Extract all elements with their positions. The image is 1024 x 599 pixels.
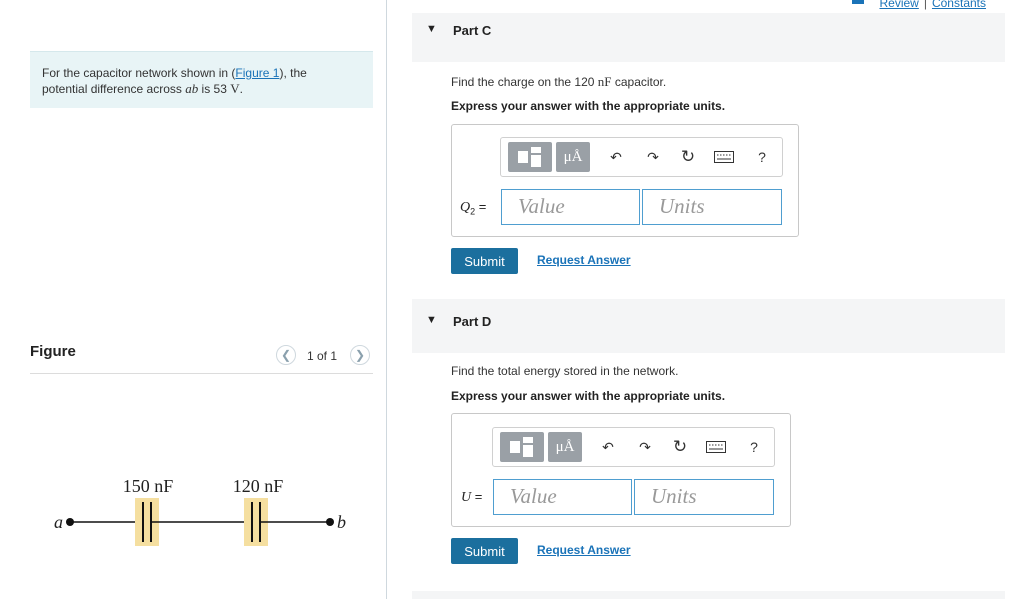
part-d-units-input[interactable]: Units [634, 479, 774, 515]
undo-icon[interactable]: ↶ [604, 142, 628, 172]
top-links: Review | Constants [879, 0, 986, 10]
part-d-request-answer-link[interactable]: Request Answer [537, 543, 631, 557]
redo-icon[interactable]: ↷ [641, 142, 665, 172]
review-icon [852, 0, 864, 4]
problem-text-prefix: For the capacitor network shown in ( [42, 66, 236, 80]
caret-down-icon[interactable]: ▼ [426, 23, 437, 35]
part-c-units-input[interactable]: Units [642, 189, 782, 225]
units-symbol-icon[interactable]: μÅ [556, 142, 590, 172]
part-c-variable-label: Q2 = [460, 199, 486, 217]
part-c-question-unit: nF [597, 74, 612, 89]
part-c-header[interactable] [412, 13, 1005, 62]
voltage-unit: V [230, 81, 240, 96]
ab-symbol: ab [185, 81, 199, 96]
keyboard-icon[interactable] [704, 432, 728, 462]
part-d-math-toolbar: μÅ ↶ ↷ ↻ ? [492, 427, 775, 467]
part-c-math-toolbar: μÅ ↶ ↷ ↻ ? [500, 137, 783, 177]
review-link[interactable]: Review [879, 0, 918, 10]
caret-down-icon[interactable]: ▼ [426, 314, 437, 326]
figure-link[interactable]: Figure 1 [235, 66, 279, 80]
part-c-express-instruction: Express your answer with the appropriate… [451, 99, 726, 113]
part-c-equals: = [478, 199, 487, 214]
part-d-variable-label: U = [461, 489, 482, 506]
undo-icon[interactable]: ↶ [596, 432, 620, 462]
problem-period: . [239, 82, 243, 96]
part-c-question: Find the charge on the 120 nF capacitor. [451, 74, 666, 90]
part-c-value-input[interactable]: Value [501, 189, 640, 225]
part-c-request-answer-link[interactable]: Request Answer [537, 253, 631, 267]
figure-next-button[interactable]: ❯ [350, 345, 370, 365]
templates-icon[interactable] [508, 142, 552, 172]
part-d-equals: = [474, 489, 483, 504]
chevron-left-icon: ❮ [280, 348, 292, 362]
part-d-title[interactable]: Part D [453, 314, 491, 329]
problem-text-line2: potential difference across [42, 82, 186, 96]
help-icon[interactable]: ? [750, 142, 774, 172]
chevron-right-icon: ❯ [354, 348, 366, 362]
node-b-label: b [337, 512, 346, 532]
top-links-separator: | [923, 0, 927, 10]
column-divider [386, 0, 387, 599]
part-d-var: U [461, 490, 472, 505]
reset-icon[interactable]: ↻ [676, 142, 700, 172]
figure-title: Figure [30, 343, 76, 360]
part-c-var-sub: 2 [470, 206, 476, 217]
node-a-label: a [54, 512, 63, 532]
figure-prev-button[interactable]: ❮ [276, 345, 296, 365]
problem-statement: For the capacitor network shown in (Figu… [30, 51, 373, 108]
redo-icon[interactable]: ↷ [633, 432, 657, 462]
problem-text-is: is 53 [198, 82, 231, 96]
constants-link[interactable]: Constants [932, 0, 986, 10]
part-d-submit-button[interactable]: Submit [451, 538, 518, 564]
capacitor-circuit-diagram: 150 nF 120 nF a b [54, 476, 346, 546]
part-d-question: Find the total energy stored in the netw… [451, 364, 679, 378]
units-symbol-icon[interactable]: μÅ [548, 432, 582, 462]
keyboard-icon[interactable] [712, 142, 736, 172]
part-c-var: Q [460, 200, 471, 215]
part-d-value-input[interactable]: Value [493, 479, 632, 515]
part-d-express-instruction: Express your answer with the appropriate… [451, 389, 726, 403]
part-c-title[interactable]: Part C [453, 23, 491, 38]
capacitor-1-label: 150 nF [123, 476, 174, 496]
part-d-header[interactable] [412, 299, 1005, 353]
problem-text-middle: ), the [279, 66, 307, 80]
reset-icon[interactable]: ↻ [668, 432, 692, 462]
templates-icon[interactable] [500, 432, 544, 462]
figure-divider [30, 373, 373, 374]
figure-pager: 1 of 1 [307, 349, 338, 363]
help-icon[interactable]: ? [742, 432, 766, 462]
part-c-question-suffix: capacitor. [611, 75, 667, 89]
capacitor-2-label: 120 nF [233, 476, 284, 496]
part-c-submit-button[interactable]: Submit [451, 248, 518, 274]
part-c-question-prefix: Find the charge on the 120 [451, 75, 598, 89]
next-part-header-edge [412, 591, 1005, 599]
